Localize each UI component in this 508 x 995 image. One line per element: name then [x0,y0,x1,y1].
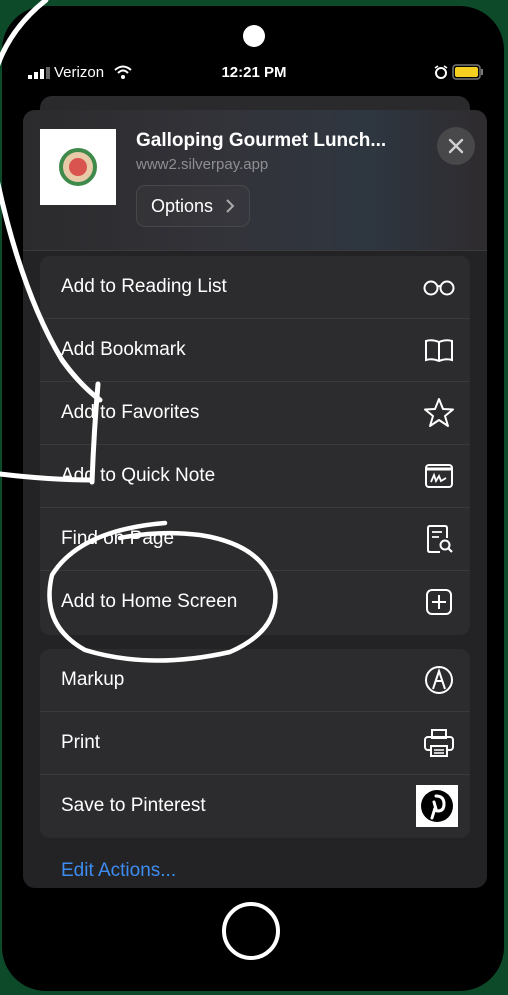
action-label: Markup [61,669,125,690]
action-find-on-page[interactable]: Find on Page [40,508,470,571]
action-label: Find on Page [61,528,175,549]
action-label: Add to Reading List [61,276,227,297]
action-add-to-favorites[interactable]: Add to Favorites [40,382,470,445]
close-icon [448,138,464,154]
action-add-to-home-screen[interactable]: Add to Home Screen [40,571,470,634]
action-label: Save to Pinterest [61,795,206,816]
action-label: Add to Quick Note [61,465,216,486]
edit-actions-link[interactable]: Edit Actions... [61,860,176,882]
action-group-secondary: Markup Print Save to Pinterest [40,649,470,838]
front-camera [243,25,265,47]
action-save-to-pinterest[interactable]: Save to Pinterest [40,775,470,838]
battery-icon [452,64,483,80]
close-button[interactable] [437,127,475,165]
find-on-page-icon [427,525,453,553]
action-add-to-reading-list[interactable]: Add to Reading List [40,256,470,319]
action-markup[interactable]: Markup [40,649,470,712]
markup-pen-icon [425,666,453,694]
alarm-icon [434,65,448,79]
page-title: Galloping Gourmet Lunch... [136,130,387,151]
app-logo-icon [59,148,97,186]
action-add-to-quick-note[interactable]: Add to Quick Note [40,445,470,508]
home-button[interactable] [222,902,280,960]
page-url: www2.silverpay.app [136,156,269,173]
plus-square-icon [426,589,452,615]
action-label: Add to Favorites [61,402,200,423]
share-sheet-header: Galloping Gourmet Lunch... www2.silverpa… [23,110,487,251]
options-label: Options [151,196,214,216]
chevron-right-icon [226,199,235,213]
action-label: Print [61,732,101,753]
options-button[interactable]: Options [136,185,250,227]
pinterest-icon [416,785,458,827]
glasses-icon [423,280,455,296]
status-time: 12:21 PM [221,64,287,81]
action-add-bookmark[interactable]: Add Bookmark [40,319,470,382]
action-group-primary: Add to Reading List Add Bookmark Add to … [40,256,470,635]
book-icon [425,339,453,363]
star-icon [424,398,454,427]
status-bar: Verizon 12:21 PM [0,58,508,88]
share-sheet: Galloping Gourmet Lunch... www2.silverpa… [23,110,487,888]
action-print[interactable]: Print [40,712,470,775]
action-label: Add Bookmark [61,339,186,360]
action-label: Add to Home Screen [61,591,238,612]
app-thumbnail [40,129,116,205]
printer-icon [424,729,454,757]
quick-note-icon [425,464,453,488]
